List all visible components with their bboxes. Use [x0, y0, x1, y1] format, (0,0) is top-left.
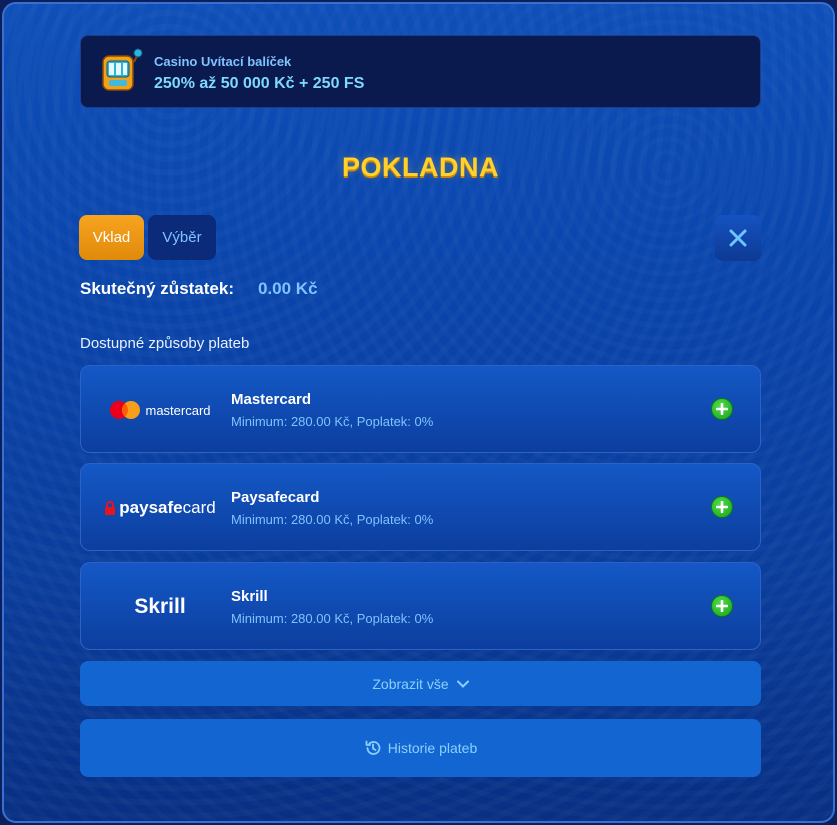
history-icon — [365, 740, 381, 755]
welcome-promo-banner[interactable]: Casino Uvítací balíček 250% až 50 000 Kč… — [80, 35, 761, 108]
add-icon[interactable] — [711, 595, 733, 617]
lock-icon — [105, 501, 116, 515]
balance-label: Skutečný zůstatek: — [80, 279, 234, 298]
payment-methods-heading: Dostupné způsoby plateb — [80, 335, 250, 352]
show-all-label: Zobrazit vše — [372, 675, 449, 692]
method-name: Mastercard — [231, 391, 312, 408]
close-icon — [729, 229, 747, 247]
tab-withdrawal[interactable]: Výběr — [148, 215, 216, 260]
payment-method-paysafecard[interactable]: paysafecard Paysafecard Minimum: 280.00 … — [80, 463, 761, 551]
method-details: Minimum: 280.00 Kč, Poplatek: 0% — [231, 414, 434, 429]
add-icon[interactable] — [711, 398, 733, 420]
payment-history-button[interactable]: Historie plateb — [80, 719, 761, 777]
payment-method-skrill[interactable]: Skrill Skrill Minimum: 280.00 Kč, Poplat… — [80, 562, 761, 650]
chevron-down-icon — [456, 680, 469, 688]
method-name: Skrill — [231, 588, 268, 605]
skrill-logo: Skrill — [95, 587, 225, 627]
card-text: card — [182, 498, 216, 517]
show-all-button[interactable]: Zobrazit vše — [80, 661, 761, 706]
payment-method-mastercard[interactable]: mastercard Mastercard Minimum: 280.00 Kč… — [80, 365, 761, 453]
mastercard-logo-text: mastercard — [145, 402, 211, 418]
tab-deposit[interactable]: Vklad — [79, 215, 144, 260]
promo-subtitle: Casino Uvítací balíček — [154, 54, 292, 69]
method-name: Paysafecard — [231, 489, 320, 506]
mastercard-logo: mastercard — [95, 390, 225, 430]
cashier-modal: Casino Uvítací balíček 250% až 50 000 Kč… — [2, 2, 835, 823]
promo-headline: 250% až 50 000 Kč + 250 FS — [154, 75, 365, 92]
add-icon[interactable] — [711, 496, 733, 518]
paysafe-text: paysafe — [119, 498, 183, 517]
mastercard-circles-icon — [110, 401, 141, 419]
close-button[interactable] — [715, 215, 761, 261]
paysafecard-logo: paysafecard — [95, 488, 225, 528]
method-details: Minimum: 280.00 Kč, Poplatek: 0% — [231, 512, 434, 527]
method-details: Minimum: 280.00 Kč, Poplatek: 0% — [231, 611, 434, 626]
slot-machine-icon — [102, 48, 143, 91]
balance-value: 0.00 Kč — [258, 279, 318, 298]
paysafecard-logo-text: paysafecard — [119, 498, 215, 518]
skrill-logo-text: Skrill — [134, 595, 186, 618]
page-title: POKLADNA — [342, 152, 499, 182]
history-label: Historie plateb — [387, 740, 478, 756]
